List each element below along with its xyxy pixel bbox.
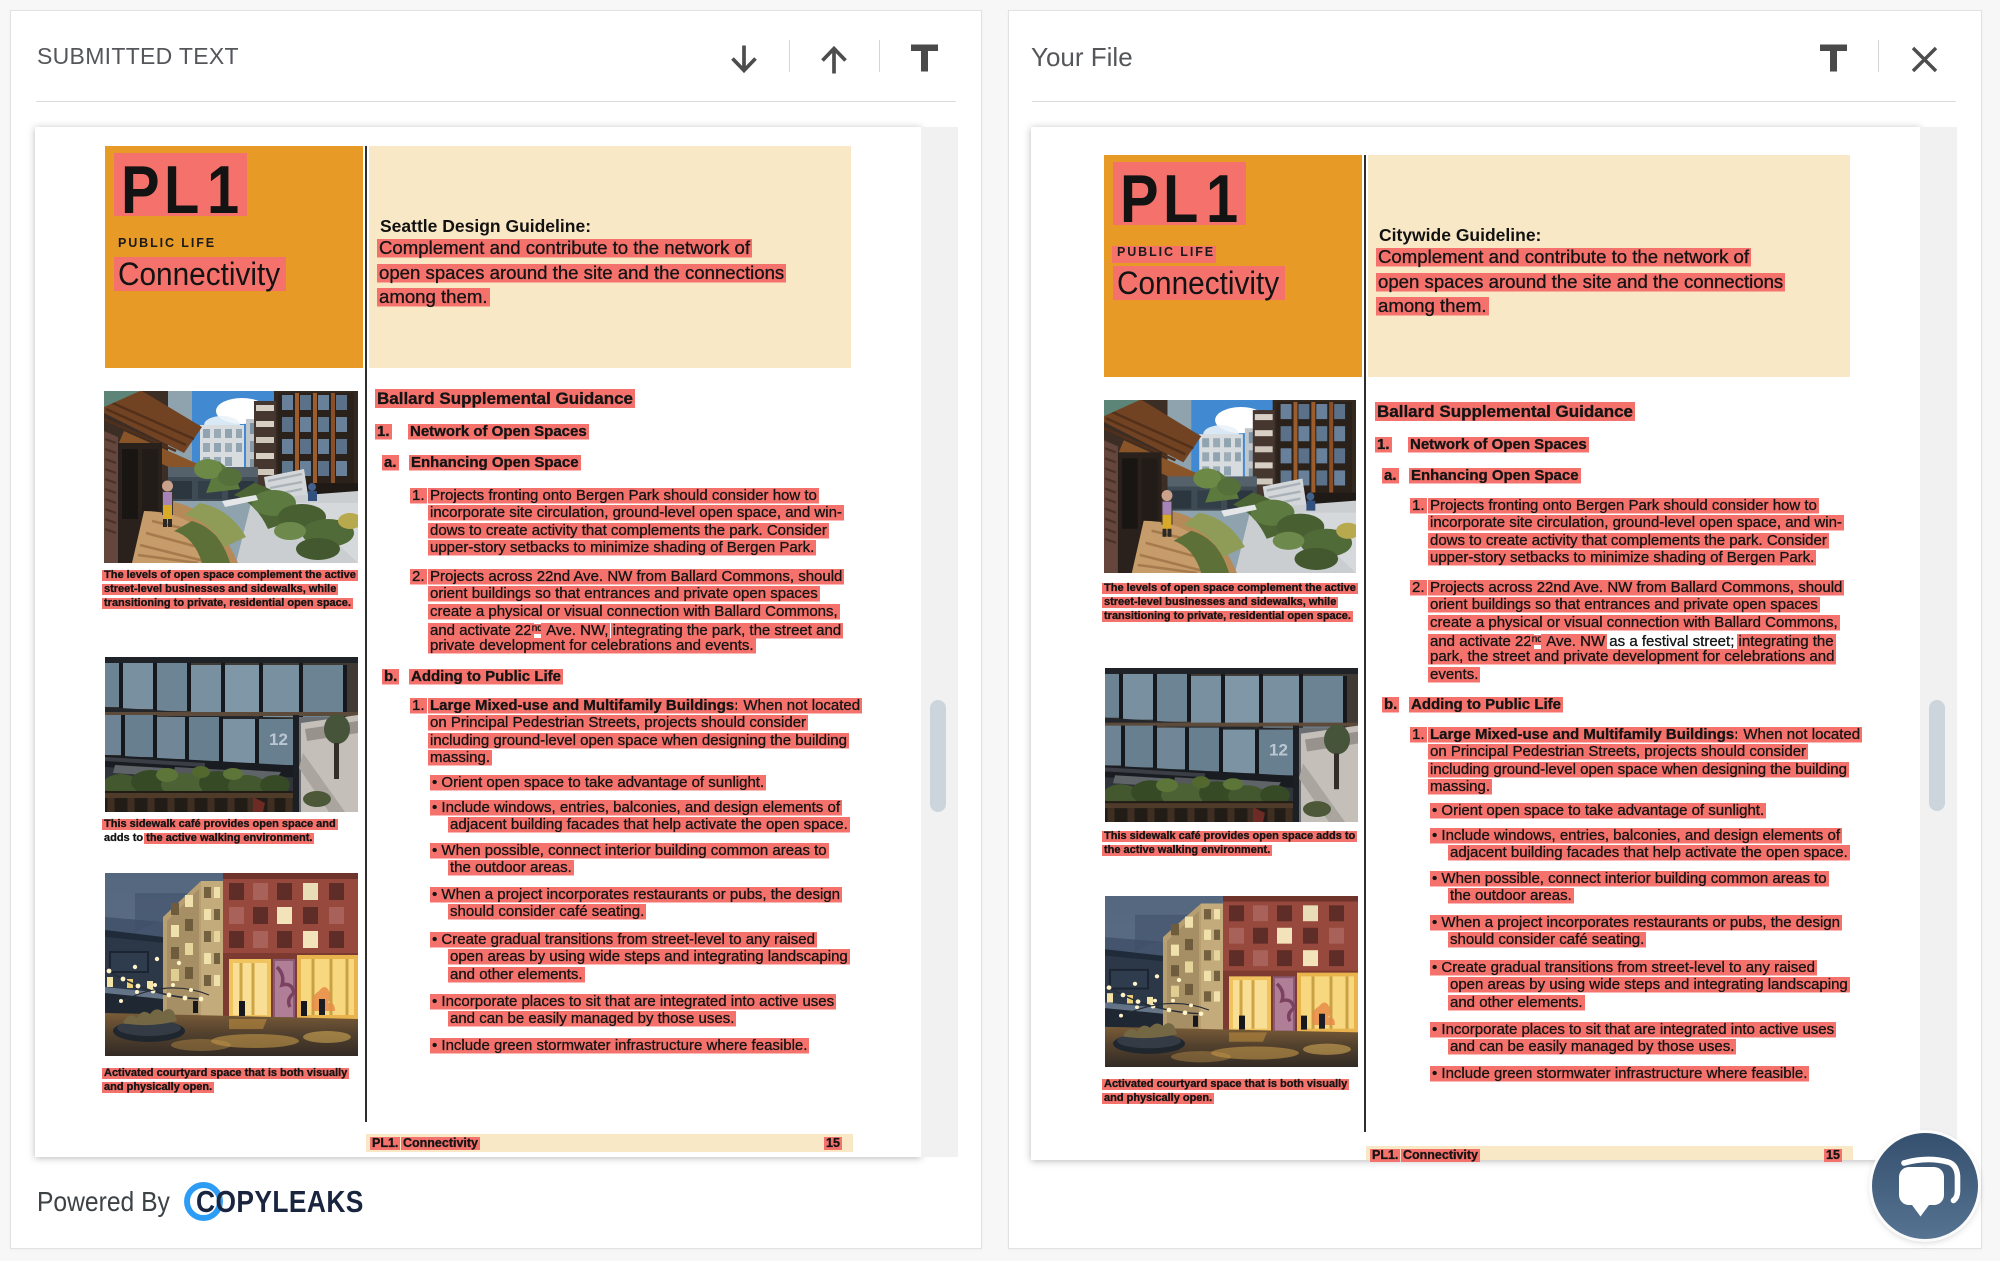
svg-text:12: 12 [269, 730, 288, 749]
svg-text:12: 12 [1269, 740, 1288, 759]
